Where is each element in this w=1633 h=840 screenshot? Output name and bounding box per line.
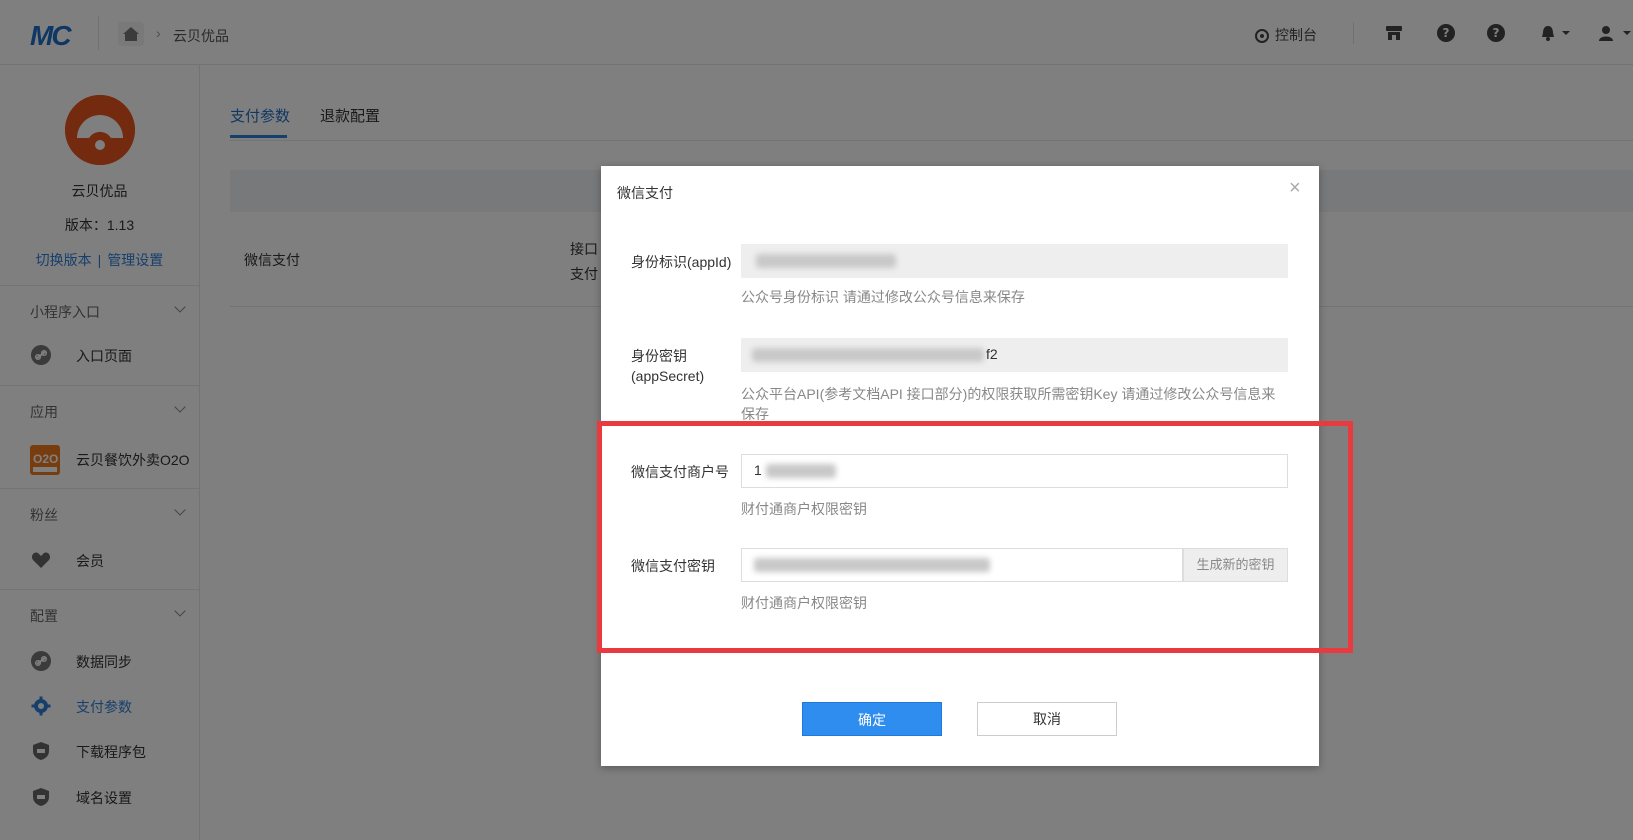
close-icon[interactable]: × xyxy=(1289,178,1301,198)
confirm-button[interactable]: 确定 xyxy=(802,702,942,736)
dialog-title: 微信支付 xyxy=(617,185,673,201)
redacted-value xyxy=(752,348,984,362)
appid-field[interactable] xyxy=(741,244,1288,278)
appid-help: 公众号身份标识 请通过修改公众号信息来保存 xyxy=(741,289,1025,305)
cancel-button[interactable]: 取消 xyxy=(977,702,1117,736)
appsecret-help: 公众平台API(参考文档API 接口部分)的权限获取所需密钥Key 请通过修改公… xyxy=(741,386,1276,422)
page: MC › 云贝优品 控制台 ? ? xyxy=(0,0,1633,840)
highlight-box xyxy=(597,421,1353,653)
appsecret-field[interactable]: f2 xyxy=(741,338,1288,372)
appsecret-label: 身份密钥(appSecret) xyxy=(631,348,705,384)
appid-label: 身份标识(appId) xyxy=(631,254,732,270)
appsecret-value: f2 xyxy=(986,346,998,362)
redacted-value xyxy=(756,254,896,268)
